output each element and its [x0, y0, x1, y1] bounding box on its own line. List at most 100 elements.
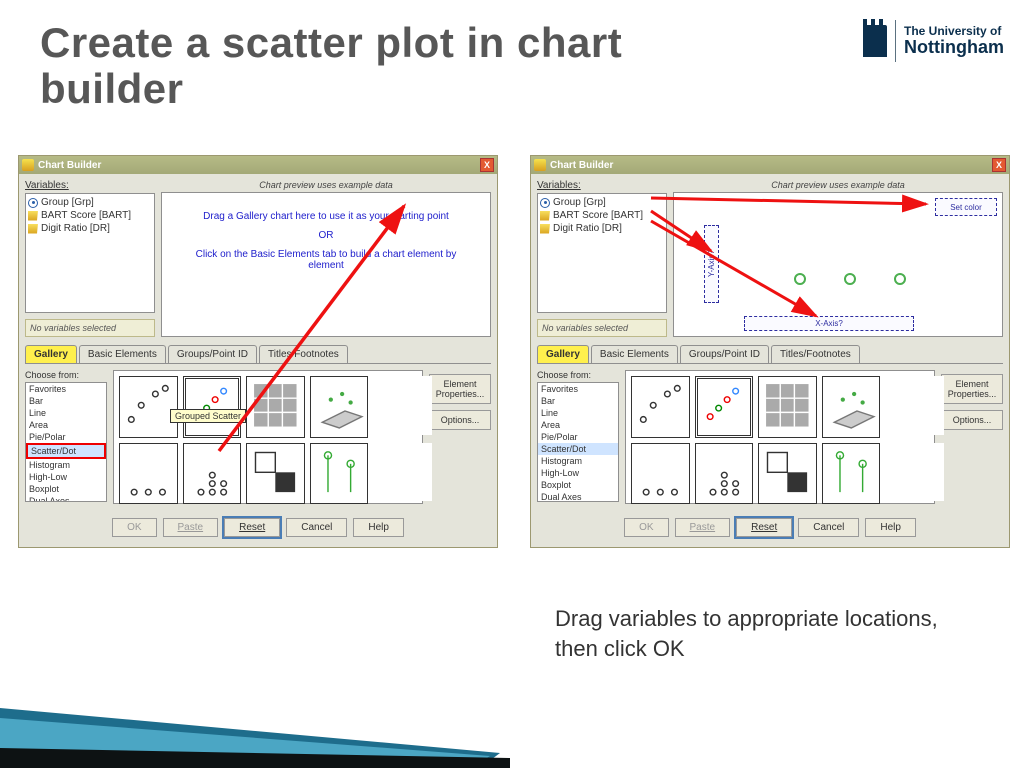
thumb-simple-dot[interactable]: [119, 443, 178, 505]
variable-item[interactable]: Digit Ratio [DR]: [540, 222, 664, 235]
drop-zone-x-axis[interactable]: X-Axis?: [744, 316, 914, 331]
list-item-scatter[interactable]: Scatter/Dot: [26, 443, 106, 459]
list-item[interactable]: High-Low: [538, 467, 618, 479]
help-button[interactable]: Help: [353, 518, 404, 537]
decorative-wedge: [0, 658, 520, 768]
variable-item[interactable]: BART Score [BART]: [540, 209, 664, 222]
list-item-scatter[interactable]: Scatter/Dot: [538, 443, 618, 455]
close-icon[interactable]: X: [480, 158, 494, 172]
tab-gallery[interactable]: Gallery: [25, 345, 77, 363]
options-button[interactable]: Options...: [429, 410, 491, 430]
list-item[interactable]: Favorites: [538, 383, 618, 395]
help-button[interactable]: Help: [865, 518, 916, 537]
list-item[interactable]: Histogram: [538, 455, 618, 467]
scale-icon: [540, 224, 550, 234]
list-item[interactable]: Bar: [538, 395, 618, 407]
list-item[interactable]: Favorites: [26, 383, 106, 395]
tab-titles-footnotes[interactable]: Titles/Footnotes: [771, 345, 860, 363]
preview-line2: Click on the Basic Elements tab to build…: [180, 249, 472, 271]
reset-button[interactable]: Reset: [224, 518, 280, 537]
window-icon: [534, 159, 546, 171]
preview-line1: Drag a Gallery chart here to use it as y…: [180, 211, 472, 222]
sample-point: [844, 273, 856, 285]
list-item[interactable]: Histogram: [26, 459, 106, 471]
university-logo: The University of Nottingham: [863, 20, 1004, 62]
tab-basic-elements[interactable]: Basic Elements: [591, 345, 678, 363]
thumb-summary-point[interactable]: [758, 443, 817, 505]
close-icon[interactable]: X: [992, 158, 1006, 172]
scale-icon: [540, 211, 550, 221]
no-variables-selected: No variables selected: [25, 319, 155, 337]
paste-button[interactable]: Paste: [163, 518, 219, 537]
variables-list[interactable]: Group [Grp] BART Score [BART] Digit Rati…: [25, 193, 155, 313]
window-icon: [22, 159, 34, 171]
list-item[interactable]: Dual Axes: [26, 495, 106, 502]
variable-item[interactable]: BART Score [BART]: [28, 209, 152, 222]
list-item[interactable]: Pie/Polar: [538, 431, 618, 443]
variable-item[interactable]: Group [Grp]: [28, 196, 152, 209]
preview-header: Chart preview uses example data: [673, 180, 1003, 190]
thumb-3d-scatter[interactable]: [822, 376, 881, 438]
drop-zone-y-axis[interactable]: Y-Axis?: [704, 225, 719, 303]
thumb-matrix-scatter[interactable]: [758, 376, 817, 438]
castle-icon: [863, 25, 887, 57]
thumb-3d-scatter[interactable]: [310, 376, 369, 438]
cancel-button[interactable]: Cancel: [286, 518, 347, 537]
ok-button[interactable]: OK: [624, 518, 668, 537]
thumb-matrix-scatter[interactable]: [246, 376, 305, 438]
chart-preview-canvas[interactable]: Set color Y-Axis? X-Axis?: [673, 192, 1003, 337]
element-properties-button[interactable]: Element Properties...: [941, 374, 1003, 404]
thumbnail-grid: Grouped Scatter: [113, 370, 423, 504]
thumb-summary-point[interactable]: [246, 443, 305, 505]
chart-type-list[interactable]: Favorites Bar Line Area Pie/Polar Scatte…: [537, 382, 619, 502]
list-item[interactable]: Boxplot: [538, 479, 618, 491]
list-item[interactable]: Line: [26, 407, 106, 419]
slide-title: Create a scatter plot in chart builder: [40, 20, 760, 112]
list-item[interactable]: Area: [538, 419, 618, 431]
tab-groups-point-id[interactable]: Groups/Point ID: [680, 345, 769, 363]
uni-name: Nottingham: [904, 38, 1004, 58]
tabs: Gallery Basic Elements Groups/Point ID T…: [537, 345, 1003, 364]
thumb-stacked-dot[interactable]: [695, 443, 754, 505]
thumb-simple-scatter[interactable]: [631, 376, 690, 438]
titlebar[interactable]: Chart Builder X: [19, 156, 497, 174]
reset-button[interactable]: Reset: [736, 518, 792, 537]
thumb-stacked-dot[interactable]: [183, 443, 242, 505]
paste-button[interactable]: Paste: [675, 518, 731, 537]
slide-caption: Drag variables to appropriate locations,…: [555, 604, 955, 663]
chart-preview-canvas[interactable]: Drag a Gallery chart here to use it as y…: [161, 192, 491, 337]
chart-type-list[interactable]: Favorites Bar Line Area Pie/Polar Scatte…: [25, 382, 107, 502]
options-button[interactable]: Options...: [941, 410, 1003, 430]
tab-basic-elements[interactable]: Basic Elements: [79, 345, 166, 363]
list-item[interactable]: Dual Axes: [538, 491, 618, 502]
ok-button[interactable]: OK: [112, 518, 156, 537]
preview-or: OR: [180, 230, 472, 241]
thumb-grouped-scatter[interactable]: [183, 376, 242, 438]
tab-titles-footnotes[interactable]: Titles/Footnotes: [259, 345, 348, 363]
sample-point: [894, 273, 906, 285]
thumb-drop-line[interactable]: [310, 443, 369, 505]
tab-groups-point-id[interactable]: Groups/Point ID: [168, 345, 257, 363]
list-item[interactable]: Pie/Polar: [26, 431, 106, 443]
cancel-button[interactable]: Cancel: [798, 518, 859, 537]
thumb-drop-line[interactable]: [822, 443, 881, 505]
list-item[interactable]: Area: [26, 419, 106, 431]
list-item[interactable]: Line: [538, 407, 618, 419]
thumb-simple-dot[interactable]: [631, 443, 690, 505]
tab-gallery[interactable]: Gallery: [537, 345, 589, 363]
variables-list[interactable]: Group [Grp] BART Score [BART] Digit Rati…: [537, 193, 667, 313]
no-variables-selected: No variables selected: [537, 319, 667, 337]
variable-item[interactable]: Digit Ratio [DR]: [28, 222, 152, 235]
variable-item[interactable]: Group [Grp]: [540, 196, 664, 209]
list-item[interactable]: Boxplot: [26, 483, 106, 495]
nominal-icon: [540, 198, 550, 208]
thumb-grouped-scatter[interactable]: [695, 376, 754, 438]
list-item[interactable]: Bar: [26, 395, 106, 407]
chart-builder-dialog-right: Chart Builder X Variables: Group [Grp] B…: [530, 155, 1010, 548]
variables-label: Variables:: [25, 180, 155, 191]
drop-zone-set-color[interactable]: Set color: [935, 198, 997, 216]
titlebar[interactable]: Chart Builder X: [531, 156, 1009, 174]
thumb-simple-scatter[interactable]: [119, 376, 178, 438]
list-item[interactable]: High-Low: [26, 471, 106, 483]
element-properties-button[interactable]: Element Properties...: [429, 374, 491, 404]
